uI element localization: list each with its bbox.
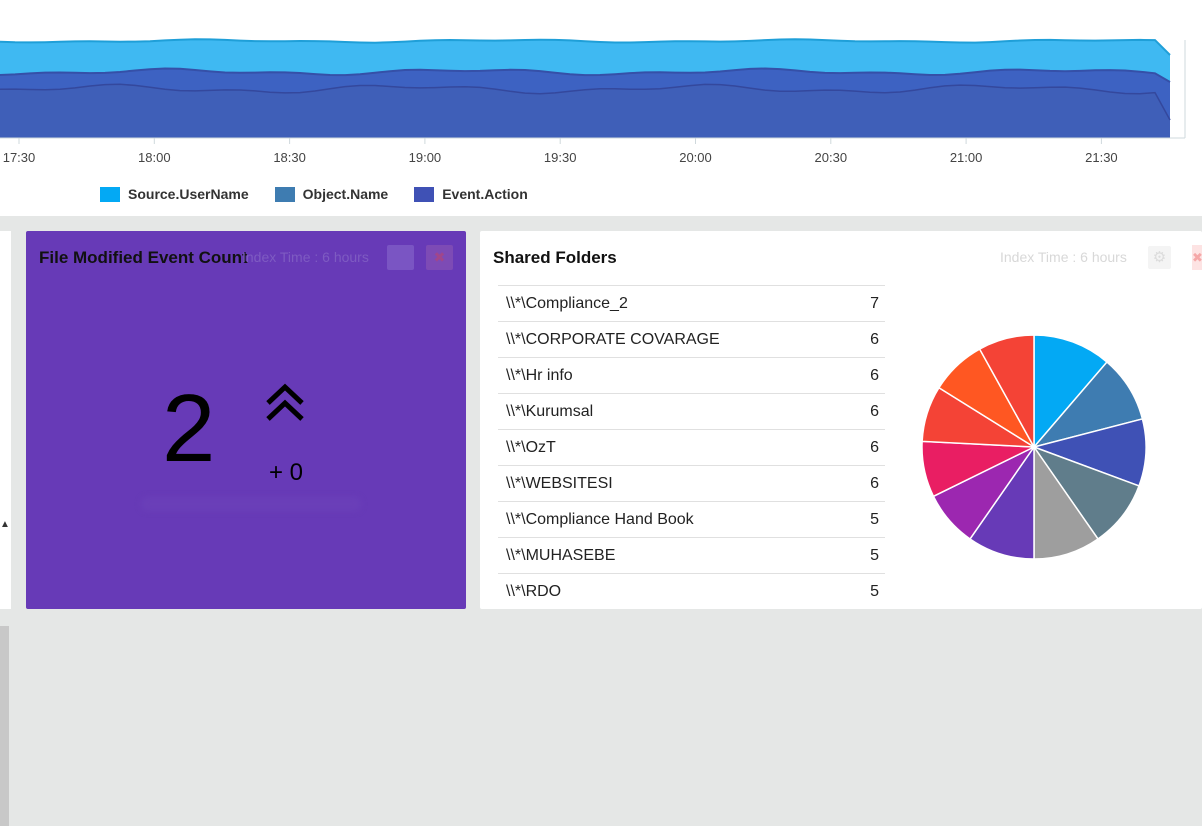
x-tick-label: 17:30 [3, 150, 36, 165]
legend-swatch [100, 186, 120, 202]
table-row[interactable]: \\*\Compliance_2 7 [498, 285, 885, 322]
scrollbar-thumb[interactable] [0, 626, 9, 826]
close-icon[interactable]: ✖ [1192, 245, 1202, 270]
shared-folders-table: \\*\Compliance_2 7 \\*\CORPORATE COVARAGE 6… [498, 285, 885, 609]
x-tick-label: 18:00 [138, 150, 171, 165]
area-chart: 17:30 18:00 18:30 19:00 19:30 20:00 20:30 21:00… [0, 38, 1186, 165]
folder-name: \\*\WEBSITESI [498, 465, 861, 502]
folder-count: 7 [860, 285, 885, 322]
table-row[interactable]: \\*\WEBSITESI 6 [498, 465, 885, 502]
chart-legend: Source.UserName Object.Name Event.Action [100, 186, 528, 202]
folder-name: \\*\MUHASEBE [498, 537, 861, 574]
folder-count: 5 [860, 501, 885, 538]
x-tick-label: 19:00 [409, 150, 442, 165]
table-row[interactable]: \\*\RDO 5 [498, 573, 885, 609]
folder-name: \\*\Hr info [498, 357, 861, 394]
table-row[interactable]: \\*\OzT 6 [498, 429, 885, 466]
legend-item-source-username[interactable]: Source.UserName [100, 186, 249, 202]
x-tick-label: 20:30 [815, 150, 848, 165]
gear-icon[interactable]: ⚙ [1148, 246, 1171, 269]
folder-count: 6 [860, 321, 885, 358]
blurred-subtitle [141, 497, 361, 511]
close-button[interactable]: ✖ [426, 245, 453, 270]
folder-name: \\*\Compliance_2 [498, 285, 861, 322]
legend-swatch [274, 186, 295, 202]
area-series-event-action [0, 84, 1170, 138]
index-time-label: Index Time : 6 hours [1000, 249, 1127, 265]
legend-swatch [414, 186, 435, 202]
file-modified-kpi-widget: File Modified Event Count Index Time : 6… [26, 231, 466, 609]
legend-label: Event.Action [442, 186, 528, 202]
legend-item-event-action[interactable]: Event.Action [414, 186, 528, 202]
x-tick-label: 21:30 [1085, 150, 1118, 165]
folder-count: 6 [860, 429, 885, 466]
x-tick-label: 19:30 [544, 150, 577, 165]
table-row[interactable]: \\*\CORPORATE COVARAGE 6 [498, 321, 885, 358]
folder-name: \\*\OzT [498, 429, 861, 466]
widget-title: Shared Folders [493, 248, 617, 267]
shared-folders-widget: Shared Folders Index Time : 6 hours ⚙ ✖ … [480, 231, 1202, 609]
kpi-value: 2 [162, 375, 216, 482]
legend-label: Source.UserName [128, 186, 249, 202]
table-row[interactable]: \\*\Kurumsal 6 [498, 393, 885, 430]
folder-name: \\*\RDO [498, 573, 861, 609]
table-row[interactable]: \\*\MUHASEBE 5 [498, 537, 885, 574]
events-area-chart-panel: 17:30 18:00 18:30 19:00 19:30 20:00 20:30 21:00… [0, 0, 1202, 216]
widget-title: File Modified Event Count [39, 248, 248, 267]
scroll-up-arrow-icon[interactable]: ▲ [0, 519, 10, 530]
folder-name: \\*\Compliance Hand Book [498, 501, 861, 538]
shared-folders-pie-chart [921, 334, 1147, 560]
folder-count: 6 [860, 393, 885, 430]
left-widget-partial: ▲ [0, 231, 11, 826]
folder-name: \\*\CORPORATE COVARAGE [498, 321, 861, 358]
double-chevron-up-icon [266, 383, 304, 421]
legend-label: Object.Name [302, 186, 389, 202]
kpi-delta: + 0 [269, 459, 304, 486]
x-axis-ticks: 17:30 18:00 18:30 19:00 19:30 20:00 20:30 21:00… [3, 138, 1118, 165]
folder-count: 5 [860, 537, 885, 574]
settings-button[interactable] [387, 245, 414, 270]
folder-count: 6 [860, 465, 885, 502]
legend-item-object-name[interactable]: Object.Name [274, 186, 389, 202]
x-tick-label: 18:30 [273, 150, 306, 165]
table-row[interactable]: \\*\Hr info 6 [498, 357, 885, 394]
x-tick-label: 21:00 [950, 150, 983, 165]
table-row[interactable]: \\*\Compliance Hand Book 5 [498, 501, 885, 538]
folder-count: 5 [860, 573, 885, 609]
index-time-label: Index Time : 6 hours [242, 249, 369, 265]
x-tick-label: 20:00 [679, 150, 712, 165]
folder-name: \\*\Kurumsal [498, 393, 861, 430]
folder-count: 6 [860, 357, 885, 394]
